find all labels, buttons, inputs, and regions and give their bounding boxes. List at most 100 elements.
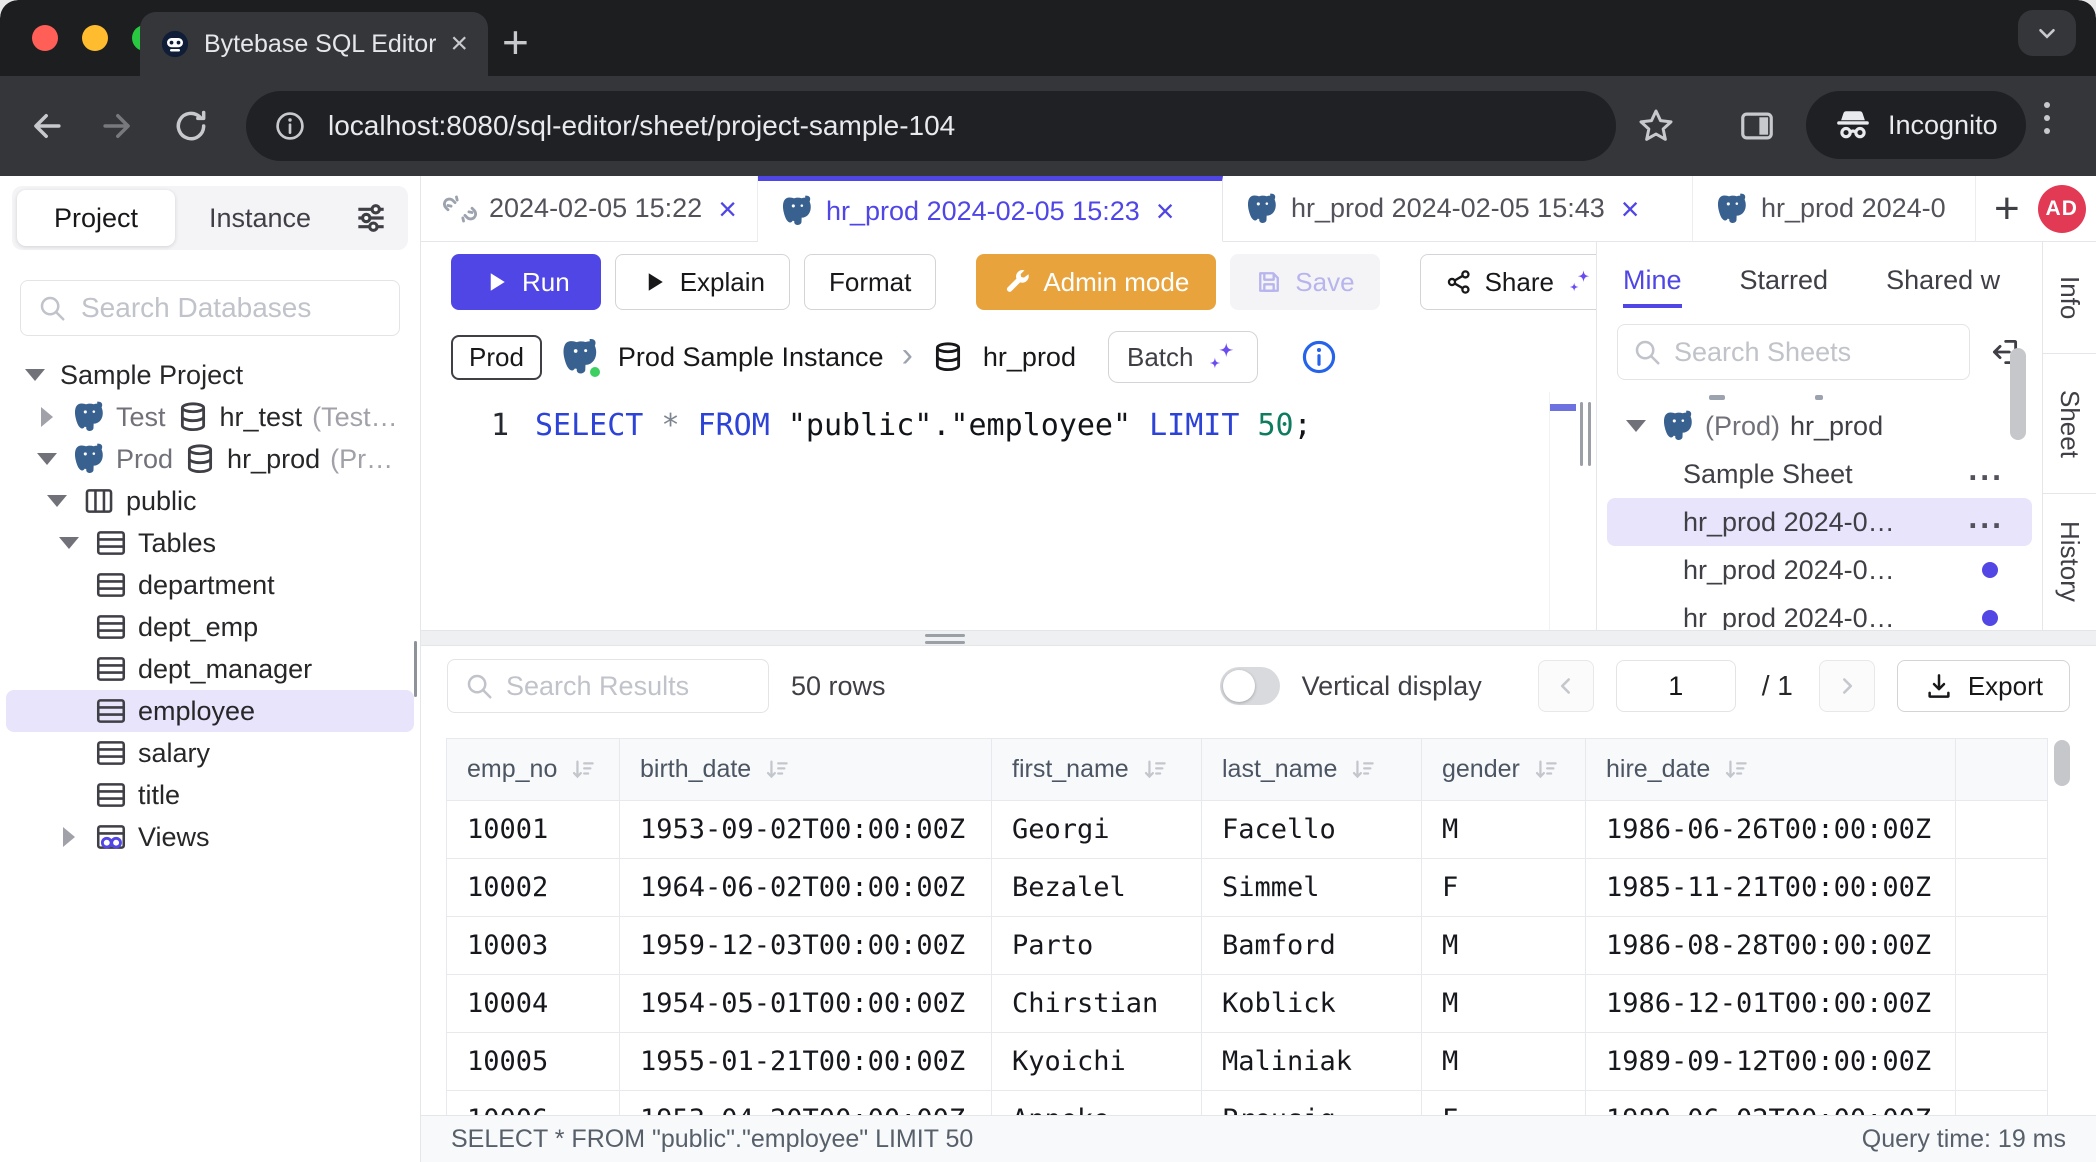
table-row[interactable]: 100011953-09-02T00:00:00ZGeorgiFacelloM1… [447,801,2047,859]
column-header-emp_no[interactable]: emp_no [447,739,620,801]
table-row[interactable]: 100041954-05-01T00:00:00ZChirstianKoblic… [447,975,2047,1033]
editor-tab-2[interactable]: hr_prod 2024-02-05 15:23× [758,176,1223,242]
connection-info-icon[interactable] [1300,338,1338,376]
editor-tab-3[interactable]: hr_prod 2024-02-05 15:43× [1223,176,1693,242]
tree-item-tables-group[interactable]: Tables [6,522,414,564]
tab-history[interactable]: History [2043,494,2096,629]
editor-tab-1[interactable]: 2024-02-05 15:22× [421,176,758,242]
table-cell[interactable]: Bamford [1202,917,1422,975]
new-browser-tab-button[interactable]: + [502,14,529,70]
table-cell[interactable]: 1989-06-02T00:00:00Z [1586,1091,1956,1115]
table-cell[interactable]: Simmel [1202,859,1422,917]
tree-item-table-salary[interactable]: salary [6,732,414,774]
table-row[interactable]: 100051955-01-21T00:00:00ZKyoichiMaliniak… [447,1033,2047,1091]
table-cell[interactable]: 10004 [447,975,620,1033]
table-cell[interactable]: 1955-01-21T00:00:00Z [620,1033,992,1091]
tree-item-prod-hr-prod[interactable]: Prodhr_prod(Pr… [6,438,414,480]
share-button[interactable]: Share [1420,254,1619,310]
reload-icon[interactable] [172,107,210,145]
table-cell[interactable]: 1953-09-02T00:00:00Z [620,801,992,859]
editor-minimap[interactable] [1549,392,1579,630]
sql-code-editor[interactable]: 1 SELECT * FROM "public"."employee" LIMI… [421,392,1595,630]
search-results-input[interactable]: Search Results [447,659,769,713]
editor-tab-4[interactable]: hr_prod 2024-0 [1693,176,1976,242]
results-resize-handle[interactable] [925,634,965,644]
table-cell[interactable]: M [1422,917,1586,975]
browser-menu-icon[interactable] [2044,102,2050,134]
table-cell[interactable]: 1989-09-12T00:00:00Z [1586,1033,1956,1091]
table-cell[interactable]: 10002 [447,859,620,917]
table-cell[interactable]: F [1422,859,1586,917]
tab-search-button[interactable] [2018,10,2076,56]
table-cell[interactable]: 10001 [447,801,620,859]
table-cell[interactable]: 1953-04-20T00:00:00Z [620,1091,992,1115]
vertical-display-toggle[interactable] [1220,667,1280,705]
sheet-list-scrollbar[interactable] [2010,348,2026,440]
tab-project[interactable]: Project [17,190,175,246]
tree-item-table-dept-emp[interactable]: dept_emp [6,606,414,648]
run-button[interactable]: Run [451,254,601,310]
back-icon[interactable] [28,107,66,145]
sheet-item-sheet-selected[interactable]: hr_prod 2024-0…... [1607,498,2032,546]
table-cell[interactable]: Parto [992,917,1202,975]
table-cell[interactable]: M [1422,801,1586,859]
column-header-first_name[interactable]: first_name [992,739,1202,801]
caret-down-icon[interactable] [42,495,72,507]
save-button[interactable]: Save [1230,254,1379,310]
sheet-item-sheet-unsaved-1[interactable]: hr_prod 2024-0… [1607,546,2032,594]
search-sheets-input[interactable]: Search Sheets [1617,324,1970,380]
sheet-item-sample-sheet[interactable]: Sample Sheet... [1607,450,2032,498]
column-header-gender[interactable]: gender [1422,739,1586,801]
tree-item-table-dept-manager[interactable]: dept_manager [6,648,414,690]
table-cell[interactable]: Preusig [1202,1091,1422,1115]
column-header-last_name[interactable]: last_name [1202,739,1422,801]
next-page-button[interactable] [1819,660,1875,712]
side-panel-icon[interactable] [1738,107,1776,145]
table-cell[interactable]: 1964-06-02T00:00:00Z [620,859,992,917]
tab-starred[interactable]: Starred [1740,265,1829,308]
caret-down-icon[interactable] [1621,420,1651,432]
table-row[interactable]: 100061953-04-20T00:00:00ZAnnekePreusigF1… [447,1091,2047,1115]
sheet-item-group-prod-hr-prod[interactable]: (Prod)hr_prod [1607,402,2032,450]
caret-down-icon[interactable] [54,537,84,549]
export-button[interactable]: Export [1897,660,2070,712]
close-window-button[interactable] [32,25,58,51]
search-databases-input[interactable]: Search Databases [20,280,400,336]
tree-item-views-group[interactable]: Views [6,816,414,858]
tree-item-sample-project[interactable]: Sample Project [6,354,414,396]
table-row[interactable]: 100031959-12-03T00:00:00ZPartoBamfordM19… [447,917,2047,975]
admin-mode-button[interactable]: Admin mode [976,254,1216,310]
caret-down-icon[interactable] [20,369,50,381]
address-bar[interactable]: localhost:8080/sql-editor/sheet/project-… [246,91,1616,161]
close-tab-icon[interactable]: × [718,193,737,225]
table-cell[interactable]: Bezalel [992,859,1202,917]
tree-item-test-hr-test[interactable]: Testhr_test(Test… [6,396,414,438]
sheet-menu-icon[interactable]: ... [1968,517,2004,527]
caret-right-icon[interactable] [32,407,62,427]
table-cell[interactable]: Koblick [1202,975,1422,1033]
new-sheet-tab-button[interactable]: + [1994,184,2020,234]
table-cell[interactable]: 1986-06-26T00:00:00Z [1586,801,1956,859]
table-cell[interactable]: Chirstian [992,975,1202,1033]
tree-item-schema-public[interactable]: public [6,480,414,522]
table-row[interactable]: 100021964-06-02T00:00:00ZBezalelSimmelF1… [447,859,2047,917]
close-tab-icon[interactable]: × [1156,195,1175,227]
table-cell[interactable]: 10005 [447,1033,620,1091]
instance-name[interactable]: Prod Sample Instance [618,342,884,373]
batch-button[interactable]: Batch [1108,331,1259,383]
table-cell[interactable]: 1986-08-28T00:00:00Z [1586,917,1956,975]
tab-instance[interactable]: Instance [175,203,345,234]
bookmark-star-icon[interactable] [1636,106,1676,146]
filter-sliders-icon[interactable] [352,199,390,237]
table-cell[interactable]: 1986-12-01T00:00:00Z [1586,975,1956,1033]
tree-item-table-department[interactable]: department [6,564,414,606]
panel-resize-handle[interactable] [1580,402,1591,466]
table-cell[interactable]: 1954-05-01T00:00:00Z [620,975,992,1033]
tab-shared[interactable]: Shared w [1886,265,2000,308]
table-cell[interactable]: F [1422,1091,1586,1115]
close-tab-icon[interactable]: × [1621,193,1640,225]
table-cell[interactable]: 10006 [447,1091,620,1115]
table-cell[interactable]: Anneke [992,1091,1202,1115]
column-header-birth_date[interactable]: birth_date [620,739,992,801]
format-button[interactable]: Format [804,254,936,310]
